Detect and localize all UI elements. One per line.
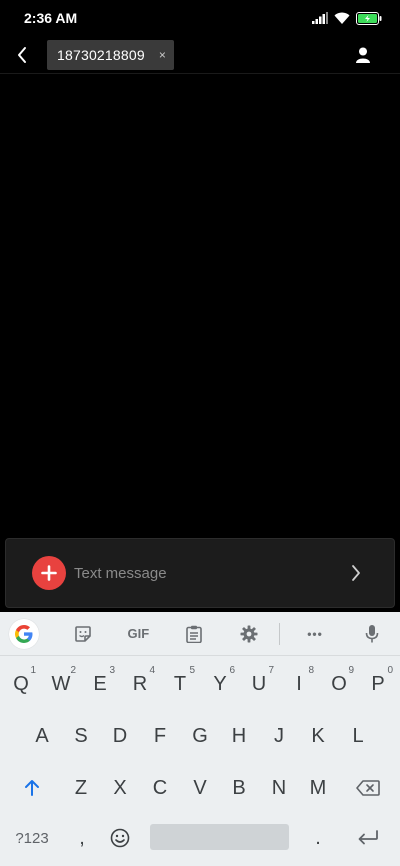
chevron-right-icon <box>352 565 360 581</box>
key-i[interactable]: I8 <box>279 662 319 706</box>
enter-key[interactable] <box>346 816 390 860</box>
more-button[interactable]: ••• <box>282 612 349 656</box>
period-key[interactable]: . <box>298 816 338 860</box>
key-k[interactable]: K <box>298 714 338 758</box>
key-h[interactable]: H <box>219 714 259 758</box>
key-e[interactable]: E3 <box>80 662 120 706</box>
shift-key[interactable] <box>10 766 54 810</box>
signal-icon <box>312 12 328 24</box>
gif-button[interactable]: GIF <box>111 612 166 656</box>
key-t[interactable]: T5 <box>160 662 200 706</box>
key-v[interactable]: V <box>180 766 220 810</box>
key-n[interactable]: N <box>259 766 299 810</box>
google-button[interactable] <box>6 612 42 656</box>
compose-bar <box>5 538 395 608</box>
message-input[interactable] <box>74 564 336 582</box>
status-icons <box>312 11 382 25</box>
keyboard-row-4: ?123 , . <box>0 812 400 864</box>
key-a[interactable]: A <box>22 714 62 758</box>
key-r[interactable]: R4 <box>120 662 160 706</box>
backspace-icon <box>356 780 380 796</box>
key-c[interactable]: C <box>140 766 180 810</box>
comma-key[interactable]: , <box>62 816 102 860</box>
key-q[interactable]: Q1 <box>1 662 41 706</box>
settings-button[interactable] <box>221 612 276 656</box>
key-w[interactable]: W2 <box>41 662 81 706</box>
emoji-key[interactable] <box>100 816 140 860</box>
chip-close-icon[interactable]: × <box>159 48 166 62</box>
microphone-icon <box>365 624 379 642</box>
key-u[interactable]: U7 <box>239 662 279 706</box>
recipient-chip[interactable]: 18730218809 × <box>47 39 174 70</box>
key-d[interactable]: D <box>100 714 140 758</box>
clipboard-icon <box>185 625 202 643</box>
gear-icon <box>240 625 258 642</box>
key-m[interactable]: M <box>298 766 338 810</box>
status-bar: 2:36 AM <box>0 0 400 36</box>
sticker-icon <box>75 625 91 642</box>
key-l[interactable]: L <box>338 714 378 758</box>
back-button[interactable] <box>0 36 44 74</box>
contact-button[interactable] <box>352 44 374 66</box>
key-g[interactable]: G <box>180 714 220 758</box>
keyboard-row-2: A S D F G H J K L <box>0 710 400 762</box>
voice-input-button[interactable] <box>351 612 394 656</box>
soft-keyboard: GIF ••• Q1 W2 E3 R4 T5 Y6 U7 I8 O9 P0 A … <box>0 612 400 866</box>
key-b[interactable]: B <box>219 766 259 810</box>
symbols-key[interactable]: ?123 <box>8 816 56 860</box>
enter-icon <box>358 830 378 845</box>
key-s[interactable]: S <box>61 714 101 758</box>
key-j[interactable]: J <box>259 714 299 758</box>
keyboard-row-1: Q1 W2 E3 R4 T5 Y6 U7 I8 O9 P0 <box>0 658 400 710</box>
battery-icon <box>356 11 382 25</box>
sticker-button[interactable] <box>56 612 111 656</box>
more-icon: ••• <box>307 626 323 641</box>
recipient-number: 18730218809 <box>57 46 145 63</box>
keyboard-toolbar: GIF ••• <box>0 612 400 656</box>
plus-icon <box>41 565 57 581</box>
gif-label: GIF <box>127 626 150 641</box>
toolbar-divider <box>278 622 280 645</box>
key-y[interactable]: Y6 <box>200 662 240 706</box>
add-attachment-button[interactable] <box>32 556 66 590</box>
shift-arrow-icon <box>25 780 39 796</box>
key-x[interactable]: X <box>100 766 140 810</box>
backspace-key[interactable] <box>346 766 390 810</box>
google-g-icon <box>8 618 39 649</box>
wifi-icon <box>334 12 350 24</box>
space-bar[interactable] <box>150 824 289 850</box>
key-p[interactable]: P0 <box>358 662 398 706</box>
clipboard-button[interactable] <box>166 612 221 656</box>
key-o[interactable]: O9 <box>319 662 359 706</box>
keyboard-row-3: Z X C V B N M <box>0 762 400 814</box>
key-f[interactable]: F <box>140 714 180 758</box>
key-z[interactable]: Z <box>61 766 101 810</box>
emoji-icon <box>110 828 130 848</box>
back-arrow-icon <box>18 46 26 63</box>
status-time: 2:36 AM <box>24 10 78 26</box>
send-button[interactable] <box>336 553 376 593</box>
conversation-header: 18730218809 × <box>0 36 400 74</box>
person-icon <box>356 47 370 63</box>
